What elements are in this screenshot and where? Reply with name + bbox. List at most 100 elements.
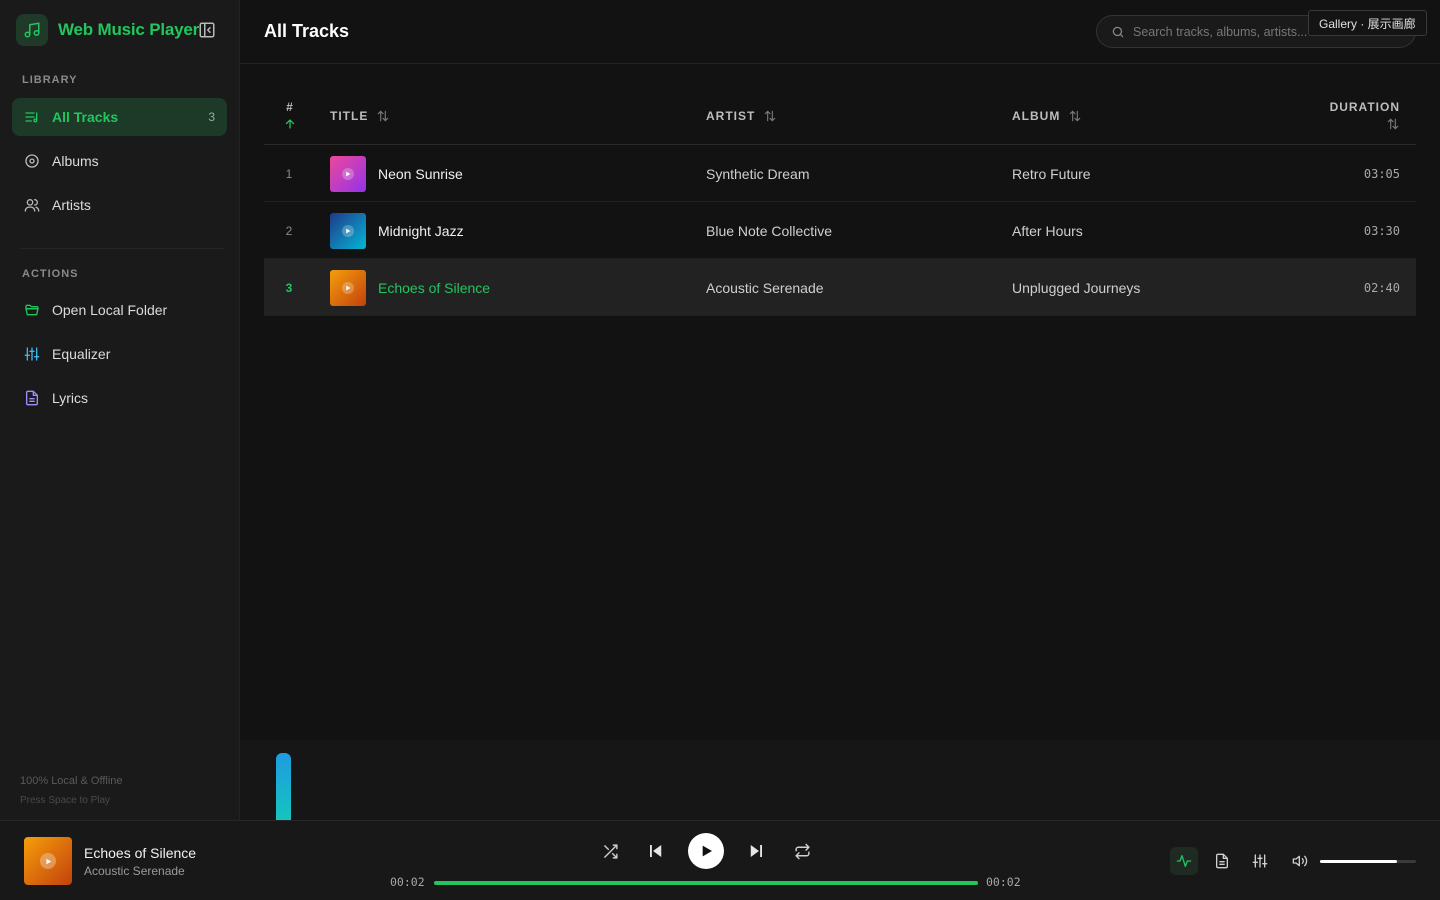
search-icon	[1112, 26, 1124, 37]
track-title-cell: Midnight Jazz	[330, 202, 464, 259]
next-button[interactable]	[744, 839, 768, 863]
now-playing-cover	[24, 837, 72, 885]
column-label: ALBUM	[1012, 109, 1061, 123]
sort-icon	[1386, 117, 1400, 134]
actions-section-label: ACTIONS	[22, 268, 79, 280]
sidebar-item-label: Artists	[52, 197, 91, 213]
action-label: Open Local Folder	[52, 302, 168, 318]
column-label: DURATION	[1329, 100, 1400, 114]
action-label: Lyrics	[52, 390, 89, 406]
disc-icon	[24, 153, 40, 169]
column-number[interactable]: #	[284, 100, 296, 130]
equalizer-toggle-button[interactable]	[1246, 847, 1274, 875]
track-table-header: # TITLE ARTIST ALBUM DURATION	[264, 90, 1416, 145]
search-input[interactable]	[1133, 24, 1313, 39]
track-count-badge: 3	[208, 110, 215, 124]
repeat-icon	[794, 843, 810, 859]
sidebar-item-label: All Tracks	[52, 109, 119, 125]
track-artist: Blue Note Collective	[706, 222, 833, 239]
column-duration[interactable]: DURATION	[1330, 100, 1400, 134]
column-title[interactable]: TITLE	[330, 109, 390, 123]
track-number: 1	[285, 166, 293, 181]
track-duration: 02:40	[1363, 280, 1400, 295]
column-label: #	[286, 100, 294, 114]
library-section-label: LIBRARY	[22, 74, 78, 86]
track-artist: Acoustic Serenade	[706, 279, 824, 296]
shuffle-icon	[603, 843, 618, 859]
header: All Tracks Gallery · 展示画廊	[240, 0, 1440, 64]
sidebar-divider	[20, 248, 225, 249]
track-title-cell: Echoes of Silence	[330, 259, 490, 316]
open-local-folder-button[interactable]: Open Local Folder	[12, 291, 227, 329]
sort-icon	[763, 109, 777, 123]
lyrics-toggle-button[interactable]	[1208, 847, 1236, 875]
play-button[interactable]	[688, 833, 724, 869]
visualizer-toggle-button[interactable]	[1170, 847, 1198, 875]
previous-button[interactable]	[644, 839, 668, 863]
column-artist[interactable]: ARTIST	[706, 109, 777, 123]
table-row[interactable]: 2 Midnight Jazz Blue Note Collective Aft…	[264, 202, 1416, 259]
track-artist: Synthetic Dream	[706, 165, 810, 182]
gallery-tooltip: Gallery · 展示画廊	[1308, 10, 1427, 36]
shortcut-hint: Press Space to Play	[20, 795, 111, 806]
table-row[interactable]: 1 Neon Sunrise Synthetic Dream Retro Fut…	[264, 145, 1416, 202]
column-album[interactable]: ALBUM	[1012, 109, 1082, 123]
folder-open-icon	[24, 302, 40, 318]
mute-button[interactable]	[1286, 847, 1314, 875]
skip-back-icon	[650, 845, 662, 857]
offline-note: 100% Local & Offline	[20, 775, 123, 787]
track-album: Unplugged Journeys	[1012, 279, 1141, 296]
skip-forward-icon	[750, 845, 762, 857]
column-label: ARTIST	[706, 109, 756, 123]
total-time: 00:02	[986, 875, 1021, 889]
file-text-icon	[24, 390, 40, 406]
album-cover-icon	[330, 269, 366, 306]
collapse-sidebar-button[interactable]	[197, 20, 217, 40]
track-title: Midnight Jazz	[378, 222, 464, 239]
action-label: Equalizer	[52, 346, 111, 362]
album-cover-icon	[330, 212, 366, 249]
app-title: Web Music Player	[58, 20, 200, 39]
sidebar-item-all-tracks[interactable]: All Tracks 3	[12, 98, 227, 136]
track-duration: 03:05	[1363, 166, 1400, 181]
track-number: 3	[285, 280, 293, 295]
lyrics-button[interactable]: Lyrics	[12, 379, 227, 417]
sliders-icon	[1252, 854, 1268, 868]
elapsed-time: 00:02	[390, 875, 425, 889]
progress-bar[interactable]	[434, 881, 978, 885]
music-player-app: Web Music Player LIBRARY All Tracks 3 Al…	[0, 0, 1440, 900]
sliders-icon	[24, 346, 40, 362]
sidebar-item-albums[interactable]: Albums	[12, 142, 227, 180]
table-row-playing[interactable]: 3 Echoes of Silence Acoustic Serenade Un…	[264, 259, 1416, 316]
sidebar-item-artists[interactable]: Artists	[12, 186, 227, 224]
music-note-icon	[16, 14, 48, 46]
track-duration: 03:30	[1363, 223, 1400, 238]
equalizer-button[interactable]: Equalizer	[12, 335, 227, 373]
track-number: 2	[285, 223, 293, 238]
track-title: Neon Sunrise	[378, 165, 463, 182]
volume-icon	[1292, 855, 1308, 867]
repeat-button[interactable]	[790, 839, 814, 863]
arrow-up-icon	[285, 119, 295, 129]
volume-fill	[1320, 860, 1397, 863]
users-icon	[24, 197, 40, 213]
track-album: Retro Future	[1012, 165, 1091, 182]
progress-fill	[434, 881, 978, 885]
column-label: TITLE	[330, 109, 369, 123]
activity-icon	[1176, 855, 1192, 867]
audio-visualizer	[240, 740, 1440, 820]
now-playing-title: Echoes of Silence	[84, 845, 197, 861]
brand: Web Music Player	[16, 14, 199, 46]
play-icon	[702, 845, 712, 857]
sidebar-item-label: Albums	[52, 153, 99, 169]
track-title: Echoes of Silence	[378, 279, 491, 296]
visualizer-bar	[276, 753, 291, 820]
shuffle-button[interactable]	[598, 839, 622, 863]
volume-slider[interactable]	[1320, 860, 1416, 863]
track-title-cell: Neon Sunrise	[330, 145, 463, 202]
now-playing-artist: Acoustic Serenade	[84, 864, 185, 878]
sidebar: Web Music Player LIBRARY All Tracks 3 Al…	[0, 0, 240, 820]
track-album: After Hours	[1012, 222, 1083, 239]
album-cover-icon	[330, 155, 366, 192]
sort-icon	[376, 109, 390, 123]
